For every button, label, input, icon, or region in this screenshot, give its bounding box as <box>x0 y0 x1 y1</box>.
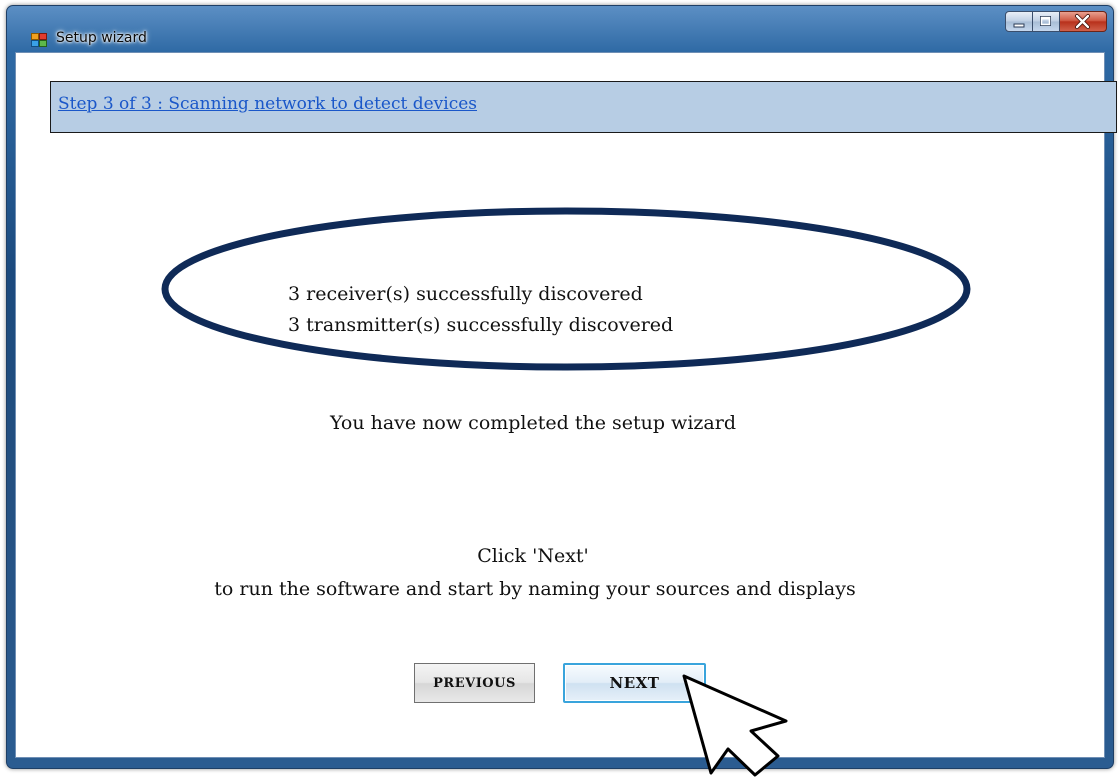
minimize-icon <box>1013 23 1025 28</box>
completion-message: You have now completed the setup wizard <box>330 412 736 434</box>
window-title: Setup wizard <box>56 30 147 46</box>
title-bar[interactable]: Setup wizard <box>7 6 1113 52</box>
step-header-band: Step 3 of 3 : Scanning network to detect… <box>50 81 1117 133</box>
minimize-button[interactable] <box>1005 11 1033 32</box>
arrow-pointer-icon <box>682 674 788 777</box>
step-header-link[interactable]: Step 3 of 3 : Scanning network to detect… <box>58 94 477 114</box>
maximize-icon <box>1040 16 1051 26</box>
receivers-discovered-text: 3 receiver(s) successfully discovered <box>288 283 643 305</box>
close-button[interactable] <box>1060 11 1107 32</box>
instruction-line-1: Click 'Next' <box>477 545 589 567</box>
previous-button[interactable]: PREVIOUS <box>414 663 535 703</box>
application-window-icon <box>31 33 48 48</box>
close-icon <box>1075 14 1090 29</box>
instruction-line-2: to run the software and start by naming … <box>214 578 856 600</box>
wizard-content <box>15 52 1105 758</box>
maximize-button[interactable] <box>1033 11 1060 32</box>
caption-buttons <box>1005 11 1107 32</box>
transmitters-discovered-text: 3 transmitter(s) successfully discovered <box>288 314 674 336</box>
